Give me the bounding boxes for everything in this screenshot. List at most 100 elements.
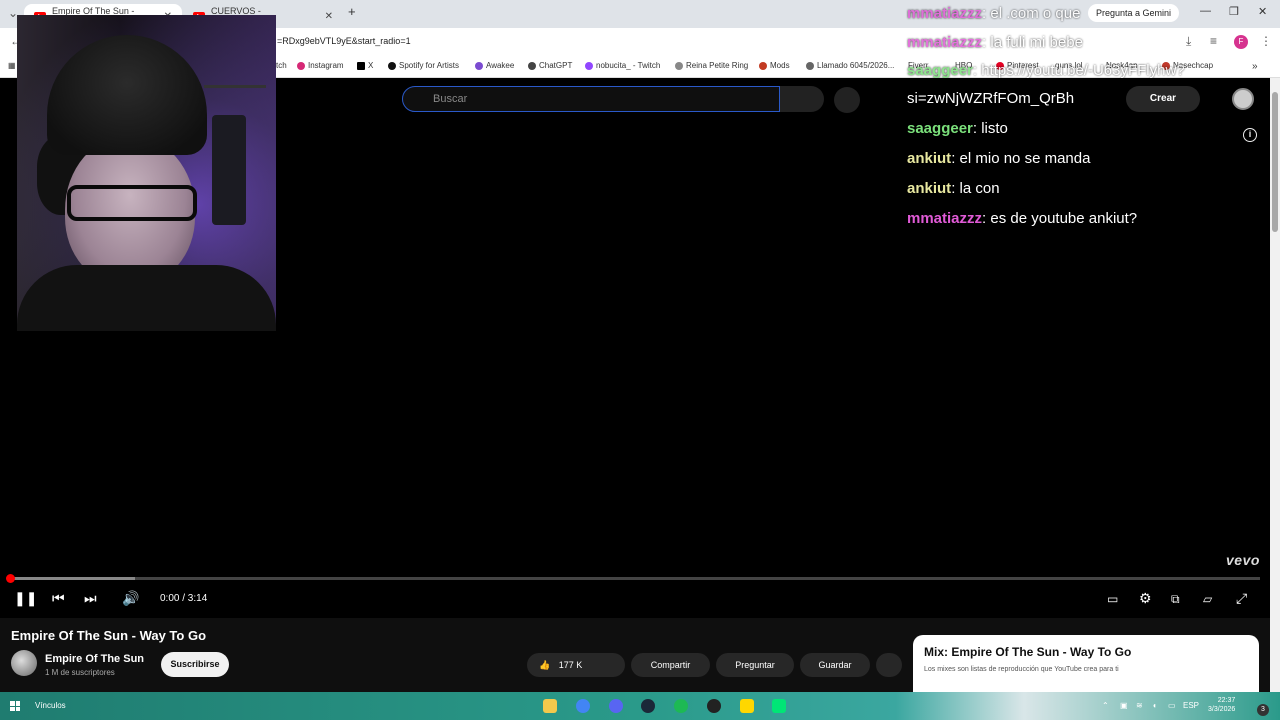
- spotify-icon[interactable]: [674, 699, 688, 713]
- system-clock[interactable]: 22:37 3/3/2026: [1208, 696, 1235, 714]
- speaker-icon[interactable]: ◖: [1152, 701, 1157, 710]
- buffered-bar: [10, 577, 135, 580]
- tray-chevron-icon[interactable]: ⌃: [1102, 701, 1109, 710]
- save-button[interactable]: Guardar: [800, 653, 870, 677]
- discord-icon[interactable]: [609, 699, 623, 713]
- channel-name[interactable]: Empire Of The Sun: [45, 653, 144, 665]
- notes-icon[interactable]: [740, 699, 754, 713]
- bookmark-item[interactable]: Reina Petite Ring: [675, 61, 748, 70]
- mic-button[interactable]: [834, 87, 860, 113]
- steam-icon[interactable]: [641, 699, 655, 713]
- links-toolbar[interactable]: Vínculos: [35, 701, 66, 710]
- chat-text: el mio no se manda: [959, 150, 1091, 167]
- bookmark-item[interactable]: Awakee: [475, 61, 514, 70]
- thumbs-up-icon: 👍: [539, 660, 551, 670]
- new-tab-button[interactable]: +: [348, 4, 356, 19]
- kick-icon[interactable]: [772, 699, 786, 713]
- bookmark-item[interactable]: Spotify for Artists: [388, 61, 459, 70]
- chat-user: mmatiazzz: [907, 34, 983, 51]
- apps-icon[interactable]: ▦: [8, 61, 16, 70]
- file-explorer-icon[interactable]: [543, 699, 557, 713]
- progress-bar[interactable]: [6, 574, 1260, 583]
- spotify-icon: [388, 61, 396, 70]
- like-count: 177 K: [558, 660, 583, 670]
- scrollbar-thumb[interactable]: [1272, 92, 1278, 232]
- chat-text: es de youtube ankiut?: [990, 210, 1138, 227]
- bookmark-item[interactable]: ChatGPT: [528, 61, 572, 70]
- x-icon: [357, 61, 365, 70]
- chat-text: si=zwNjWZRfFOm_QrBh: [907, 90, 1075, 107]
- twitch-icon: [585, 61, 593, 70]
- bookmark-item[interactable]: Mods: [759, 61, 790, 70]
- chrome-icon[interactable]: [576, 699, 590, 713]
- mix-description: Los mixes son listas de reproducción que…: [924, 666, 1119, 673]
- bookmark-item[interactable]: tch: [276, 61, 287, 70]
- chat-user: saaggeer: [907, 62, 973, 79]
- time-display: 0:00 / 3:14: [160, 593, 208, 604]
- mix-card[interactable]: Mix: Empire Of The Sun - Way To Go Los m…: [913, 635, 1259, 692]
- search-placeholder: Buscar: [433, 93, 468, 105]
- screen: ⌄ Empire Of The Sun - Way To G ✕ CUERVOS…: [0, 0, 1280, 720]
- language-indicator[interactable]: ESP: [1183, 701, 1199, 710]
- miniplayer-icon[interactable]: ⧉: [1171, 592, 1180, 607]
- chat-user: ankiut: [907, 180, 952, 197]
- chat-text: la fuli mi bebe: [990, 34, 1083, 51]
- chat-text: el .com o que: [990, 5, 1081, 22]
- obs-icon[interactable]: [707, 699, 721, 713]
- cast-icon[interactable]: ▱: [1203, 592, 1212, 606]
- chat-user: mmatiazzz: [907, 5, 983, 22]
- more-actions-button[interactable]: [876, 653, 902, 677]
- chat-message: ankiut: el mio no se manda: [907, 150, 1091, 167]
- subtitles-icon[interactable]: ▭: [1107, 592, 1118, 606]
- notification-badge[interactable]: 3: [1257, 704, 1269, 716]
- taskbar: Vínculos: [0, 692, 1280, 720]
- chat-message: saaggeer: listo: [907, 120, 1008, 137]
- bookmark-item[interactable]: Llamado 6045/2026...: [806, 61, 894, 70]
- volume-icon[interactable]: 🔊: [122, 590, 139, 607]
- mods-icon: [759, 61, 767, 70]
- url-text[interactable]: =RDxg9ebVTL9yE&start_radio=1: [277, 36, 411, 46]
- share-button[interactable]: Compartir: [631, 653, 710, 677]
- hanging-coat: [212, 115, 246, 225]
- scrubber-handle[interactable]: [6, 574, 15, 583]
- subscribe-button[interactable]: Suscribirse: [161, 652, 229, 677]
- next-icon[interactable]: ⏭: [84, 590, 97, 607]
- video-title: Empire Of The Sun - Way To Go: [11, 628, 207, 643]
- wifi-icon[interactable]: ≋: [1136, 701, 1143, 710]
- ask-button[interactable]: Preguntar: [716, 653, 794, 677]
- tray-app-icon[interactable]: ▣: [1120, 701, 1128, 710]
- channel-avatar[interactable]: [11, 650, 37, 676]
- clock-time: 22:37: [1217, 697, 1236, 704]
- chat-text: listo: [981, 120, 1008, 137]
- chat-overlay: mmatiazzz: el .com o que mmatiazzz: la f…: [907, 0, 1267, 240]
- chat-user: ankiut: [907, 150, 952, 167]
- chat-message: ankiut: la con: [907, 180, 1000, 197]
- bookmark-item[interactable]: X: [357, 61, 373, 70]
- awakee-icon: [475, 61, 483, 70]
- page-scrollbar[interactable]: [1270, 78, 1280, 692]
- clock-date: 3/3/2026: [1208, 706, 1236, 713]
- bookmark-item[interactable]: nobucita_ - Twitch: [585, 61, 660, 70]
- chat-text: la con: [959, 180, 1000, 197]
- close-tab-icon[interactable]: ✕: [325, 11, 333, 22]
- pause-icon[interactable]: ❚❚: [14, 590, 37, 607]
- search-input[interactable]: Buscar: [402, 86, 780, 112]
- fullscreen-icon[interactable]: ⤢: [1236, 590, 1247, 607]
- settings-icon[interactable]: ⚙: [1139, 590, 1152, 607]
- link-icon: [806, 61, 814, 70]
- previous-icon[interactable]: ⏮: [52, 590, 65, 607]
- like-button[interactable]: 👍 177 K: [527, 653, 625, 677]
- shirt: [17, 265, 276, 331]
- chat-message: saaggeer: https://youtu.be/-U63yFFlyhw?: [907, 62, 1185, 79]
- instagram-icon: [297, 61, 305, 70]
- mix-title: Mix: Empire Of The Sun - Way To Go: [924, 645, 1132, 659]
- chat-message: mmatiazzz: es de youtube ankiut?: [907, 210, 1138, 227]
- windows-start-icon[interactable]: [10, 701, 20, 711]
- search-button[interactable]: [780, 86, 824, 112]
- bookmark-item[interactable]: Instagram: [297, 61, 344, 70]
- chat-text: https://youtu.be/-U63yFFlyhw?: [981, 62, 1185, 79]
- ask-label: Preguntar: [735, 660, 775, 670]
- chat-message: mmatiazzz: la fuli mi bebe: [907, 34, 1083, 51]
- chat-user: mmatiazzz: [907, 210, 983, 227]
- battery-icon[interactable]: ▭: [1168, 701, 1176, 710]
